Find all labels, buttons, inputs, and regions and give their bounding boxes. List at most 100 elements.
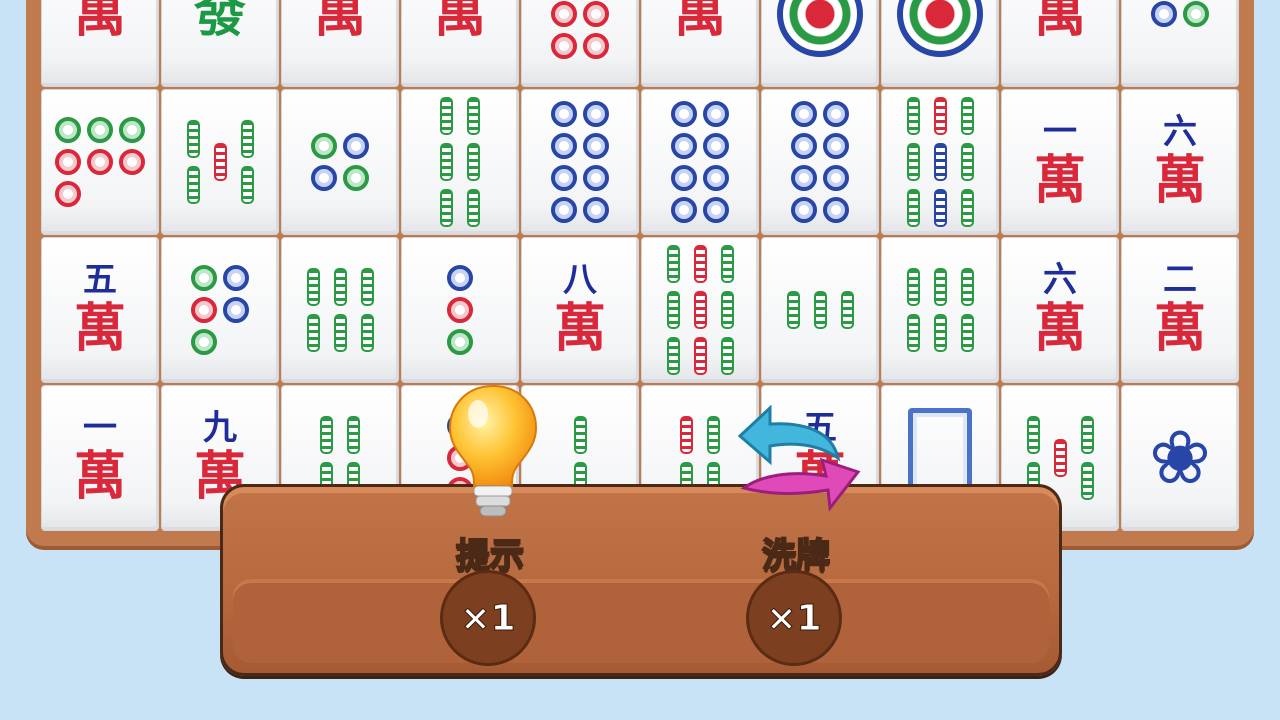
circle-icon bbox=[343, 165, 369, 191]
mahjong-tile[interactable]: 六萬 bbox=[1001, 237, 1119, 383]
bamboo-stick-icon bbox=[666, 337, 680, 375]
circle-icon bbox=[823, 133, 849, 159]
lightbulb-icon bbox=[448, 384, 538, 517]
tile-wan-character: 萬 bbox=[673, 0, 726, 44]
mahjong-tile[interactable] bbox=[161, 89, 279, 235]
mahjong-tile[interactable] bbox=[281, 237, 399, 383]
tile-wan-character: 萬 bbox=[73, 446, 126, 507]
circle-icon bbox=[191, 297, 217, 323]
bamboo-stick-icon bbox=[666, 245, 680, 283]
bamboo-stick-icon bbox=[960, 268, 974, 306]
circle-icon bbox=[791, 101, 817, 127]
tile-wan-character: 萬 bbox=[1153, 150, 1206, 211]
bamboo-stick-icon bbox=[240, 120, 254, 158]
mahjong-tile[interactable] bbox=[521, 89, 639, 235]
mahjong-tile[interactable] bbox=[521, 0, 639, 87]
circle-icon bbox=[191, 329, 217, 355]
bamboo-stick-icon bbox=[707, 416, 720, 454]
bamboo-stick-icon bbox=[1026, 416, 1040, 454]
bamboo-stick-icon bbox=[333, 268, 347, 306]
circle-icon bbox=[55, 181, 81, 207]
mahjong-tile[interactable] bbox=[761, 237, 879, 383]
mahjong-tile[interactable] bbox=[401, 89, 519, 235]
bamboo-column bbox=[786, 291, 800, 329]
mahjong-tile[interactable]: 發 bbox=[161, 0, 279, 87]
mahjong-tile[interactable]: 八萬 bbox=[521, 237, 639, 383]
bamboo-column bbox=[440, 97, 453, 227]
bamboo-stick-icon bbox=[467, 97, 480, 135]
tile-number: 一 bbox=[83, 408, 117, 448]
mahjong-tile[interactable] bbox=[641, 89, 759, 235]
bamboo-stick-icon bbox=[720, 291, 734, 329]
mahjong-tile[interactable]: 一萬 bbox=[1001, 89, 1119, 235]
bamboo-column bbox=[333, 268, 347, 352]
circle-icon bbox=[671, 101, 697, 127]
circle-icon bbox=[87, 149, 113, 175]
circle-icon bbox=[223, 265, 249, 291]
shuffle-button[interactable]: 洗牌 ×1 bbox=[734, 400, 861, 670]
mahjong-tile[interactable] bbox=[641, 237, 759, 383]
circle-icon bbox=[551, 133, 577, 159]
bamboo-column bbox=[840, 291, 854, 329]
circle-icon bbox=[671, 133, 697, 159]
hint-count[interactable]: ×1 bbox=[440, 570, 536, 666]
mahjong-tile[interactable]: 一萬 bbox=[41, 385, 159, 531]
shuffle-count[interactable]: ×1 bbox=[746, 570, 842, 666]
shuffle-arrows-icon bbox=[737, 404, 861, 512]
tile-number: 五 bbox=[83, 260, 117, 300]
mahjong-tile[interactable]: 萬 bbox=[1001, 0, 1119, 87]
mahjong-tile[interactable]: 萬 bbox=[641, 0, 759, 87]
bamboo-stick-icon bbox=[186, 166, 200, 204]
mahjong-tile[interactable]: 二萬 bbox=[1121, 237, 1239, 383]
circle-icon bbox=[447, 329, 473, 355]
bamboo-column bbox=[240, 120, 254, 204]
circle-icon bbox=[55, 149, 81, 175]
tile-dragon-character: 發 bbox=[193, 0, 246, 44]
bamboo-stick-icon bbox=[333, 314, 347, 352]
circle-icon bbox=[791, 165, 817, 191]
mahjong-tile[interactable] bbox=[881, 0, 999, 87]
mahjong-tile[interactable] bbox=[41, 89, 159, 235]
mahjong-tile[interactable]: 萬 bbox=[401, 0, 519, 87]
mahjong-tile[interactable]: 五萬 bbox=[41, 237, 159, 383]
circle-icon bbox=[1151, 1, 1177, 27]
mahjong-tile[interactable] bbox=[401, 237, 519, 383]
circle-icon bbox=[791, 133, 817, 159]
circle-icon bbox=[823, 197, 849, 223]
mahjong-tile[interactable]: 萬 bbox=[41, 0, 159, 87]
bamboo-stick-icon bbox=[306, 268, 320, 306]
mahjong-tile[interactable] bbox=[881, 89, 999, 235]
mahjong-tile[interactable] bbox=[1121, 0, 1239, 87]
tile-bamboo bbox=[906, 268, 974, 352]
circle-icon bbox=[447, 265, 473, 291]
circle-icon bbox=[823, 165, 849, 191]
bamboo-stick-icon bbox=[960, 189, 974, 227]
mahjong-tile[interactable] bbox=[281, 89, 399, 235]
hint-button[interactable]: 提示 ×1 bbox=[430, 380, 550, 670]
mahjong-tile[interactable] bbox=[761, 0, 879, 87]
bamboo-column bbox=[813, 291, 827, 329]
bamboo-column bbox=[933, 97, 947, 227]
tile-wan-character: 萬 bbox=[1153, 298, 1206, 359]
circle-icon bbox=[823, 101, 849, 127]
circle-icon bbox=[447, 297, 473, 323]
mahjong-tile[interactable]: ❀ bbox=[1121, 385, 1239, 531]
circle-icon bbox=[1183, 1, 1209, 27]
tile-circles bbox=[311, 133, 369, 191]
circle-icon bbox=[87, 117, 113, 143]
bird-icon: ❀ bbox=[1148, 415, 1211, 501]
mahjong-tile[interactable] bbox=[161, 237, 279, 383]
mahjong-tile[interactable] bbox=[761, 89, 879, 235]
mahjong-tile[interactable]: 萬 bbox=[281, 0, 399, 87]
circle-icon bbox=[703, 165, 729, 191]
mahjong-tile[interactable]: 六萬 bbox=[1121, 89, 1239, 235]
tile-circles bbox=[791, 101, 849, 223]
bamboo-stick-icon bbox=[1080, 462, 1094, 500]
bamboo-stick-icon bbox=[347, 416, 360, 454]
bamboo-column bbox=[306, 268, 320, 352]
bamboo-stick-icon bbox=[440, 189, 453, 227]
tile-circles bbox=[671, 101, 729, 223]
circle-icon bbox=[703, 101, 729, 127]
mahjong-tile[interactable] bbox=[881, 237, 999, 383]
bamboo-stick-icon bbox=[573, 416, 587, 454]
